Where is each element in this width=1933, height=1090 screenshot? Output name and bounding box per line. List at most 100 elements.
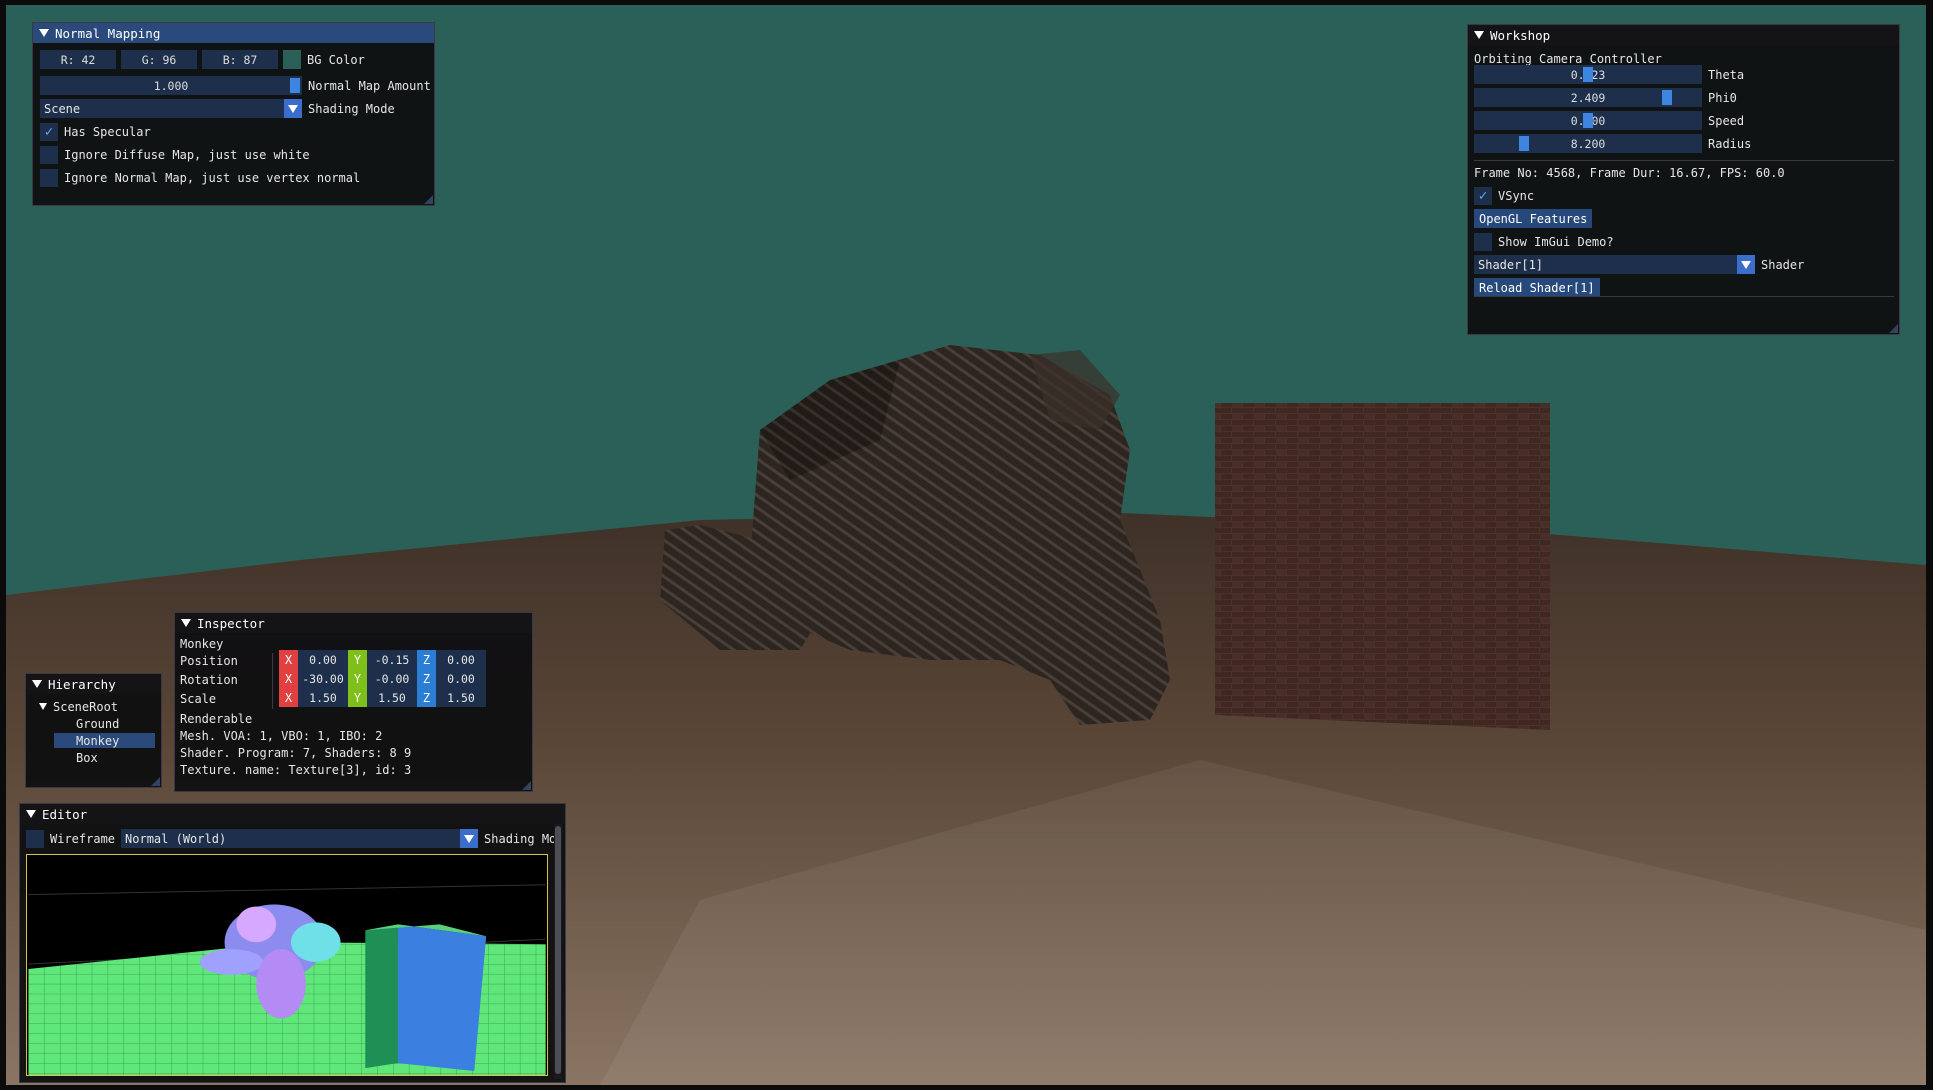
inspector-titlebar[interactable]: Inspector — [175, 613, 532, 633]
scale-x-field[interactable]: 1.50 — [298, 688, 348, 707]
scale-label: Scale — [180, 691, 217, 706]
show-demo-label: Show ImGui Demo? — [1498, 234, 1614, 249]
axis-x-label: X — [279, 669, 298, 688]
bg-r-field[interactable]: R: 42 — [40, 50, 116, 69]
position-x-field[interactable]: 0.00 — [298, 650, 348, 669]
shading-mode-combo[interactable]: Scene — [40, 99, 302, 118]
ignore-diffuse-label: Ignore Diffuse Map, just use white — [64, 147, 310, 162]
object-name: Monkey — [180, 636, 224, 651]
rotation-vector: X -30.00 Y -0.00 Z 0.00 — [279, 669, 486, 688]
bg-color-swatch[interactable] — [283, 50, 301, 69]
normal-amount-slider[interactable]: 1.000 — [40, 76, 302, 95]
tree-node-box[interactable]: Box — [76, 750, 98, 765]
collapse-arrow-icon[interactable] — [32, 680, 42, 688]
chevron-down-icon[interactable] — [1737, 255, 1755, 274]
editor-scrollbar[interactable] — [554, 824, 562, 1079]
camera-slider-label: Theta — [1708, 67, 1745, 82]
hierarchy-window: Hierarchy SceneRoot Ground Monkey Box — [25, 673, 162, 788]
show-demo-checkbox[interactable] — [1474, 232, 1492, 251]
shader-combo[interactable]: Shader[1] — [1474, 255, 1755, 274]
camera-slider-label: Radius — [1708, 136, 1752, 151]
reload-shader-button[interactable]: Reload Shader[1] — [1474, 278, 1600, 297]
slider-grab[interactable] — [1662, 90, 1672, 105]
camera-slider-row: 2.409 Phi0 — [1474, 88, 1737, 107]
camera-slider-row: 8.200 Radius — [1474, 134, 1751, 153]
scale-z-field[interactable]: 1.50 — [436, 688, 486, 707]
camera-slider[interactable]: 0.123 — [1474, 65, 1702, 84]
has-specular-label: Has Specular — [64, 124, 151, 139]
camera-slider-row: 0.123 Theta — [1474, 65, 1744, 84]
normal-amount-label: Normal Map Amount — [308, 78, 431, 93]
resize-grip-icon[interactable] — [522, 781, 531, 790]
expand-arrow-icon[interactable] — [39, 703, 47, 710]
resize-grip-icon[interactable] — [1889, 324, 1898, 333]
texture-info: Texture. name: Texture[3], id: 3 — [180, 762, 412, 777]
normal-mapping-window: Normal Mapping R: 42 G: 96 B: 87 BG Colo… — [32, 22, 435, 206]
camera-slider[interactable]: 8.200 — [1474, 134, 1702, 153]
resize-grip-icon[interactable] — [424, 195, 433, 204]
editor-viewport[interactable] — [26, 854, 548, 1076]
slider-grab[interactable] — [290, 78, 300, 93]
chevron-down-icon[interactable] — [460, 829, 479, 848]
axis-z-label: Z — [417, 688, 436, 707]
position-vector: X 0.00 Y -0.15 Z 0.00 — [279, 650, 486, 669]
window-title: Hierarchy — [48, 676, 116, 692]
chevron-down-icon[interactable] — [284, 99, 302, 118]
camera-slider-label: Phi0 — [1708, 90, 1737, 105]
wireframe-label: Wireframe — [50, 831, 116, 846]
resize-grip-icon[interactable] — [151, 777, 160, 786]
collapse-arrow-icon[interactable] — [1474, 31, 1484, 39]
window-title: Normal Mapping — [55, 25, 161, 41]
wireframe-checkbox[interactable] — [26, 829, 44, 848]
ignore-normal-label: Ignore Normal Map, just use vertex norma… — [64, 170, 361, 185]
tree-node-ground[interactable]: Ground — [76, 716, 119, 731]
collapse-arrow-icon[interactable] — [26, 810, 36, 818]
axis-z-label: Z — [417, 650, 436, 669]
camera-slider-label: Speed — [1708, 113, 1745, 128]
camera-slider[interactable]: 2.409 — [1474, 88, 1702, 107]
position-label: Position — [180, 653, 238, 668]
scale-y-field[interactable]: 1.50 — [367, 688, 417, 707]
rotation-y-field[interactable]: -0.00 — [367, 669, 417, 688]
camera-section-label: Orbiting Camera Controller — [1474, 51, 1662, 66]
opengl-features-button[interactable]: OpenGL Features — [1474, 209, 1593, 228]
has-specular-checkbox[interactable]: ✓ — [40, 122, 58, 141]
rotation-x-field[interactable]: -30.00 — [298, 669, 348, 688]
position-y-field[interactable]: -0.15 — [367, 650, 417, 669]
hierarchy-titlebar[interactable]: Hierarchy — [26, 674, 161, 694]
position-z-field[interactable]: 0.00 — [436, 650, 486, 669]
ignore-normal-checkbox[interactable] — [40, 168, 58, 187]
ignore-diffuse-checkbox[interactable] — [40, 145, 58, 164]
vsync-label: VSync — [1498, 188, 1535, 203]
tree-node-monkey[interactable]: Monkey — [54, 733, 155, 748]
slider-grab[interactable] — [1583, 113, 1593, 128]
normal-mapping-titlebar[interactable]: Normal Mapping — [33, 23, 434, 43]
frame-info: Frame No: 4568, Frame Dur: 16.67, FPS: 6… — [1474, 165, 1785, 180]
separator — [272, 653, 273, 709]
camera-slider[interactable]: 0.000 — [1474, 111, 1702, 130]
bg-b-field[interactable]: B: 87 — [202, 50, 278, 69]
editor-window: Editor Wireframe Normal (World) Shading … — [19, 803, 566, 1083]
axis-x-label: X — [279, 650, 298, 669]
camera-slider-row: 0.000 Speed — [1474, 111, 1744, 130]
tree-node-sceneroot[interactable]: SceneRoot — [39, 699, 118, 714]
axis-z-label: Z — [417, 669, 436, 688]
rotation-z-field[interactable]: 0.00 — [436, 669, 486, 688]
window-title: Editor — [42, 806, 88, 822]
axis-x-label: X — [279, 688, 298, 707]
separator — [1474, 160, 1894, 161]
editor-shading-combo[interactable]: Normal (World) — [121, 829, 479, 848]
slider-grab[interactable] — [1519, 136, 1529, 151]
bg-g-field[interactable]: G: 96 — [121, 50, 197, 69]
window-title: Workshop — [1490, 27, 1551, 43]
slider-grab[interactable] — [1583, 67, 1593, 82]
renderable-label: Renderable — [180, 711, 253, 726]
rotation-label: Rotation — [180, 672, 238, 687]
vsync-checkbox[interactable]: ✓ — [1474, 186, 1492, 205]
shader-info: Shader. Program: 7, Shaders: 8 9 — [180, 745, 412, 760]
collapse-arrow-icon[interactable] — [181, 619, 191, 627]
collapse-arrow-icon[interactable] — [39, 29, 49, 37]
workshop-titlebar[interactable]: Workshop — [1468, 25, 1899, 45]
shader-label: Shader — [1761, 257, 1805, 272]
editor-titlebar[interactable]: Editor — [20, 804, 565, 824]
